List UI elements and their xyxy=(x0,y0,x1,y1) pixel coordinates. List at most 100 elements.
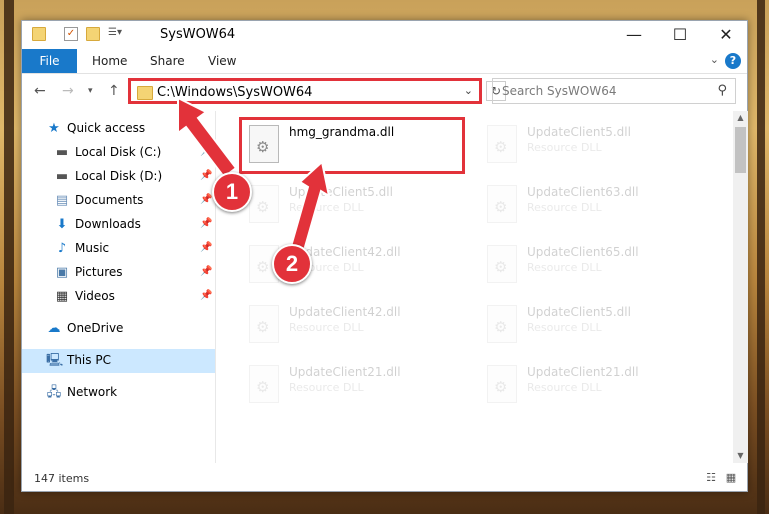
file-item[interactable]: UpdateClient21.dll Resource DLL xyxy=(479,359,709,409)
title-bar: ✓ ☰▾ SysWOW64 — ☐ ✕ xyxy=(22,21,747,49)
sidebar-item-quick-access[interactable]: ★ Quick access xyxy=(22,117,215,141)
maximize-button[interactable]: ☐ xyxy=(657,21,703,49)
file-type: Resource DLL xyxy=(289,321,364,334)
pictures-icon: ▣ xyxy=(55,265,69,280)
address-bar[interactable]: C:\Windows\SysWOW64 ⌄ xyxy=(128,78,482,104)
step-1-badge: 1 xyxy=(212,172,252,212)
file-item[interactable]: UpdateClient5.dll Resource DLL xyxy=(241,179,471,229)
file-name: UpdateClient5.dll xyxy=(289,185,393,199)
file-type: Resource DLL xyxy=(527,141,602,154)
minimize-button[interactable]: — xyxy=(611,21,657,49)
file-list: hmg_grandma.dll UpdateClient5.dll Resour… xyxy=(217,111,732,463)
videos-icon: ▦ xyxy=(55,289,69,304)
file-type: Resource DLL xyxy=(527,261,602,274)
file-item[interactable]: UpdateClient65.dll Resource DLL xyxy=(479,239,709,289)
dll-file-icon xyxy=(487,305,517,343)
navigation-bar: ← → ▾ ↑ C:\Windows\SysWOW64 ⌄ ↻ Search S… xyxy=(22,74,747,110)
sidebar-item-label: OneDrive xyxy=(67,321,124,335)
documents-icon: ▤ xyxy=(55,193,69,208)
file-item[interactable]: UpdateClient42.dll Resource DLL xyxy=(241,299,471,349)
file-type: Resource DLL xyxy=(527,201,602,214)
drive-icon: ▬ xyxy=(55,145,69,160)
tab-file[interactable]: File xyxy=(22,49,77,73)
file-item[interactable]: UpdateClient21.dll Resource DLL xyxy=(241,359,471,409)
sidebar-item-label: Local Disk (D:) xyxy=(75,169,163,183)
network-icon: 🖧 xyxy=(46,385,62,400)
navigation-pane: ★ Quick access ▬ Local Disk (C:) 📌 ▬ Loc… xyxy=(22,111,216,463)
properties-icon[interactable]: ✓ xyxy=(64,27,78,41)
sidebar-item-label: Music xyxy=(75,241,110,255)
sidebar-item-label: Quick access xyxy=(67,121,146,135)
forward-arrow-icon[interactable]: → xyxy=(62,83,74,99)
close-button[interactable]: ✕ xyxy=(703,21,749,49)
pin-icon: 📌 xyxy=(200,146,213,157)
search-input[interactable]: Search SysWOW64 ⚲ xyxy=(492,78,736,104)
sidebar-item-documents[interactable]: ▤ Documents 📌 xyxy=(22,189,215,213)
back-arrow-icon[interactable]: ← xyxy=(34,83,46,99)
download-icon: ⬇ xyxy=(56,217,68,232)
file-name: UpdateClient21.dll xyxy=(527,365,639,379)
file-item[interactable]: UpdateClient63.dll Resource DLL xyxy=(479,179,709,229)
sidebar-item-label: Videos xyxy=(75,289,115,303)
dll-file-icon xyxy=(249,185,279,223)
folder-icon xyxy=(137,86,153,100)
file-item[interactable]: UpdateClient5.dll Resource DLL xyxy=(479,119,709,169)
pin-icon: 📌 xyxy=(200,290,213,301)
dll-file-icon xyxy=(487,365,517,403)
sidebar-item-label: Local Disk (C:) xyxy=(75,145,162,159)
pin-icon: 📌 xyxy=(200,194,213,205)
status-bar: 147 items ☷ ▦ xyxy=(22,467,747,491)
details-view-icon[interactable]: ☷ xyxy=(704,472,718,484)
recent-locations-icon[interactable]: ▾ xyxy=(88,86,93,96)
file-name: UpdateClient21.dll xyxy=(289,365,401,379)
expand-ribbon-icon[interactable]: ⌄ xyxy=(710,53,719,66)
scroll-down-icon[interactable]: ▼ xyxy=(733,451,748,460)
cloud-icon: ☁ xyxy=(47,321,61,336)
window-title: SysWOW64 xyxy=(160,27,236,42)
dll-file-icon xyxy=(487,185,517,223)
tab-share[interactable]: Share xyxy=(150,49,185,73)
new-folder-icon[interactable] xyxy=(86,27,100,41)
sidebar-item-local-disk-c[interactable]: ▬ Local Disk (C:) 📌 xyxy=(22,141,215,165)
dll-file-icon xyxy=(487,245,517,283)
dll-file-icon xyxy=(487,125,517,163)
address-path: C:\Windows\SysWOW64 xyxy=(157,85,313,100)
file-type: Resource DLL xyxy=(527,321,602,334)
vertical-scrollbar[interactable]: ▲ ▼ xyxy=(733,111,748,463)
tab-home[interactable]: Home xyxy=(92,49,127,73)
scrollbar-thumb[interactable] xyxy=(735,127,746,173)
customize-toolbar-icon[interactable]: ☰▾ xyxy=(108,27,130,41)
sidebar-item-network[interactable]: 🖧 Network xyxy=(22,381,215,405)
drive-icon: ▬ xyxy=(55,169,69,184)
large-icons-view-icon[interactable]: ▦ xyxy=(724,472,738,484)
sidebar-item-label: Pictures xyxy=(75,265,123,279)
up-arrow-icon[interactable]: ↑ xyxy=(108,83,120,99)
sidebar-item-pictures[interactable]: ▣ Pictures 📌 xyxy=(22,261,215,285)
chevron-down-icon[interactable]: ⌄ xyxy=(464,84,473,97)
star-icon: ★ xyxy=(48,121,60,136)
tab-view[interactable]: View xyxy=(208,49,236,73)
file-name: UpdateClient42.dll xyxy=(289,305,401,319)
sidebar-item-onedrive[interactable]: ☁ OneDrive xyxy=(22,317,215,341)
help-icon[interactable]: ? xyxy=(725,53,741,69)
sidebar-item-videos[interactable]: ▦ Videos 📌 xyxy=(22,285,215,309)
sidebar-item-local-disk-d[interactable]: ▬ Local Disk (D:) 📌 xyxy=(22,165,215,189)
sidebar-item-downloads[interactable]: ⬇ Downloads 📌 xyxy=(22,213,215,237)
sidebar-item-label: Documents xyxy=(75,193,144,207)
file-item[interactable]: UpdateClient5.dll Resource DLL xyxy=(479,299,709,349)
ribbon-tabs: File Home Share View ⌄ ? xyxy=(22,49,747,74)
dll-file-icon xyxy=(249,305,279,343)
file-type: Resource DLL xyxy=(289,381,364,394)
music-icon: ♪ xyxy=(57,241,67,256)
folder-icon xyxy=(32,27,46,41)
file-type: Resource DLL xyxy=(289,201,364,214)
explorer-window: ✓ ☰▾ SysWOW64 — ☐ ✕ File Home Share View… xyxy=(21,20,748,492)
sidebar-item-music[interactable]: ♪ Music 📌 xyxy=(22,237,215,261)
sidebar-item-this-pc[interactable]: 🖳 This PC xyxy=(22,349,215,373)
pin-icon: 📌 xyxy=(200,266,213,277)
sidebar-item-label: Downloads xyxy=(75,217,141,231)
dll-file-icon xyxy=(249,365,279,403)
pin-icon: 📌 xyxy=(200,218,213,229)
scroll-up-icon[interactable]: ▲ xyxy=(733,113,748,122)
computer-icon: 🖳 xyxy=(46,353,64,368)
